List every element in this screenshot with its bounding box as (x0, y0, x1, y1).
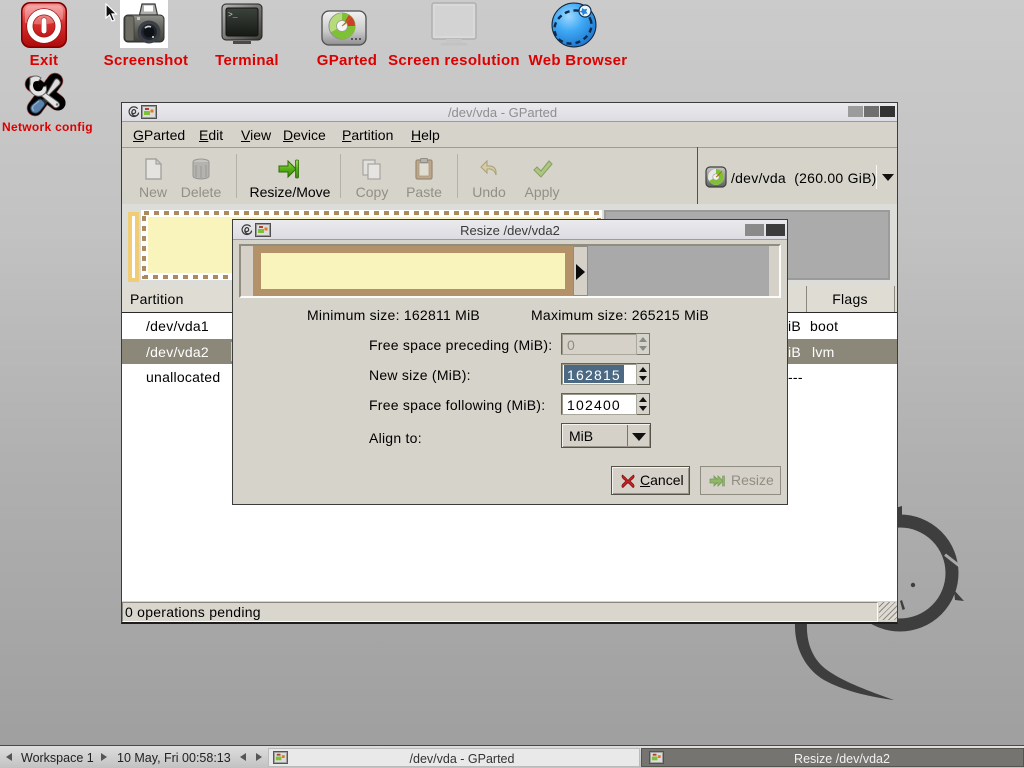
svg-text:>_: >_ (228, 11, 238, 20)
